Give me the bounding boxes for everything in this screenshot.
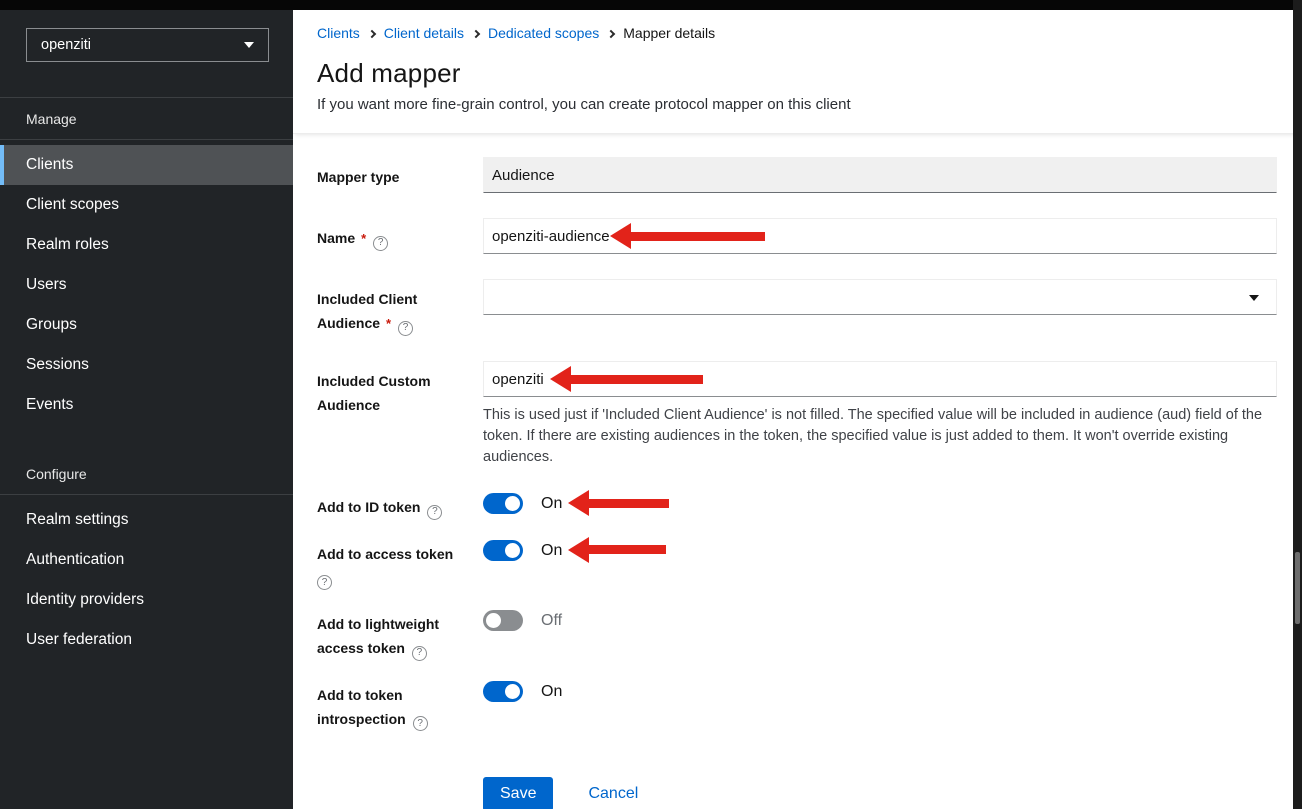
sidebar-item-client-scopes[interactable]: Client scopes <box>0 185 293 225</box>
page-header: Clients Client details Dedicated scopes … <box>293 10 1302 134</box>
toggle-state-label: Off <box>541 610 562 631</box>
page-scrollbar[interactable] <box>1293 0 1302 809</box>
name-label: Name*? <box>317 218 483 254</box>
add-to-lightweight-access-token-label: Add to lightweight access token? <box>317 610 483 661</box>
main-content: Clients Client details Dedicated scopes … <box>293 0 1302 809</box>
add-to-id-token-switch[interactable] <box>483 493 523 514</box>
sidebar-section-configure: Configure <box>0 453 293 494</box>
help-icon[interactable]: ? <box>427 505 442 520</box>
sidebar-item-realm-settings[interactable]: Realm settings <box>0 500 293 540</box>
included-custom-audience-label: Included Custom Audience <box>317 361 483 468</box>
chevron-down-icon <box>1249 295 1259 301</box>
add-to-access-token-switch[interactable] <box>483 540 523 561</box>
mapper-type-row: Mapper type <box>317 157 1277 193</box>
add-to-token-introspection-switch[interactable] <box>483 681 523 702</box>
annotation-arrow <box>568 490 669 516</box>
page-subtitle: If you want more fine-grain control, you… <box>317 96 1278 113</box>
mapper-type-label: Mapper type <box>317 157 483 193</box>
arrow-head-icon <box>568 490 589 516</box>
help-icon[interactable]: ? <box>398 321 413 336</box>
toggle-state-label: On <box>541 540 562 561</box>
chevron-right-icon <box>607 29 615 37</box>
realm-selector-value: openziti <box>41 37 91 53</box>
included-client-audience-select[interactable] <box>483 279 1277 315</box>
chevron-down-icon <box>244 42 254 48</box>
sidebar-item-realm-roles[interactable]: Realm roles <box>0 225 293 265</box>
page-title: Add mapper <box>317 58 1278 89</box>
breadcrumb-dedicated-scopes[interactable]: Dedicated scopes <box>488 25 599 41</box>
included-client-audience-label: Included Client Audience*? <box>317 279 483 336</box>
breadcrumb-client-details[interactable]: Client details <box>384 25 464 41</box>
top-bar <box>0 0 1302 10</box>
annotation-arrow <box>568 537 666 563</box>
cancel-link[interactable]: Cancel <box>588 785 638 803</box>
name-input[interactable] <box>483 218 1277 254</box>
included-custom-audience-control: This is used just if 'Included Client Au… <box>483 361 1277 468</box>
sidebar-item-events[interactable]: Events <box>0 385 293 425</box>
sidebar-item-users[interactable]: Users <box>0 265 293 305</box>
breadcrumb-clients[interactable]: Clients <box>317 25 360 41</box>
add-to-lightweight-access-token-switch[interactable] <box>483 610 523 631</box>
chevron-right-icon <box>368 29 376 37</box>
mapper-type-control <box>483 157 1277 193</box>
switch-knob <box>505 496 520 511</box>
arrow-tail <box>589 545 666 554</box>
form-actions: Save Cancel <box>483 777 1277 809</box>
add-to-token-introspection-row: Add to token introspection? On <box>317 681 1277 732</box>
mapper-form: Mapper type Name*? <box>293 134 1302 809</box>
app-window: openziti Manage Clients Client scopes Re… <box>0 0 1302 809</box>
scrollbar-thumb[interactable] <box>1295 552 1300 624</box>
sidebar-section-manage: Manage <box>0 98 293 139</box>
required-asterisk: * <box>386 316 391 331</box>
sidebar-divider <box>0 139 293 140</box>
required-asterisk: * <box>361 231 366 246</box>
name-row: Name*? <box>317 218 1277 254</box>
sidebar-item-sessions[interactable]: Sessions <box>0 345 293 385</box>
toggle-state-label: On <box>541 681 562 702</box>
add-to-token-introspection-label: Add to token introspection? <box>317 681 483 732</box>
arrow-tail <box>589 499 669 508</box>
save-button[interactable]: Save <box>483 777 553 809</box>
add-to-id-token-row: Add to ID token? On <box>317 493 1277 520</box>
sidebar: openziti Manage Clients Client scopes Re… <box>0 0 293 809</box>
add-to-access-token-label: Add to access token ? <box>317 540 483 591</box>
sidebar-nav-configure: Realm settings Authentication Identity p… <box>0 500 293 660</box>
add-to-id-token-label: Add to ID token? <box>317 493 483 520</box>
switch-knob <box>505 684 520 699</box>
realm-selector[interactable]: openziti <box>26 28 269 62</box>
sidebar-item-identity-providers[interactable]: Identity providers <box>0 580 293 620</box>
sidebar-item-authentication[interactable]: Authentication <box>0 540 293 580</box>
help-icon[interactable]: ? <box>413 716 428 731</box>
included-client-audience-control <box>483 279 1277 336</box>
help-icon[interactable]: ? <box>373 236 388 251</box>
add-to-access-token-row: Add to access token ? On <box>317 540 1277 591</box>
arrow-head-icon <box>568 537 589 563</box>
add-to-token-introspection-control: On <box>483 681 1277 732</box>
included-custom-audience-input[interactable] <box>483 361 1277 397</box>
breadcrumb-mapper-details: Mapper details <box>623 25 715 41</box>
sidebar-item-groups[interactable]: Groups <box>0 305 293 345</box>
sidebar-item-clients[interactable]: Clients <box>0 145 293 185</box>
add-to-access-token-control: On <box>483 540 1277 591</box>
add-to-id-token-control: On <box>483 493 1277 520</box>
toggle-state-label: On <box>541 493 562 514</box>
included-custom-audience-row: Included Custom Audience This is used ju… <box>317 361 1277 468</box>
add-to-lightweight-access-token-control: Off <box>483 610 1277 661</box>
switch-knob <box>505 543 520 558</box>
chevron-right-icon <box>472 29 480 37</box>
mapper-type-input <box>483 157 1277 193</box>
sidebar-divider <box>0 494 293 495</box>
help-icon[interactable]: ? <box>317 575 332 590</box>
included-custom-audience-help: This is used just if 'Included Client Au… <box>483 405 1277 468</box>
sidebar-item-user-federation[interactable]: User federation <box>0 620 293 660</box>
sidebar-nav-manage: Clients Client scopes Realm roles Users … <box>0 145 293 425</box>
sidebar-gap <box>0 425 293 453</box>
name-control <box>483 218 1277 254</box>
breadcrumb: Clients Client details Dedicated scopes … <box>317 25 1278 41</box>
help-icon[interactable]: ? <box>412 646 427 661</box>
add-to-lightweight-access-token-row: Add to lightweight access token? Off <box>317 610 1277 661</box>
included-client-audience-row: Included Client Audience*? <box>317 279 1277 336</box>
switch-knob <box>486 613 501 628</box>
